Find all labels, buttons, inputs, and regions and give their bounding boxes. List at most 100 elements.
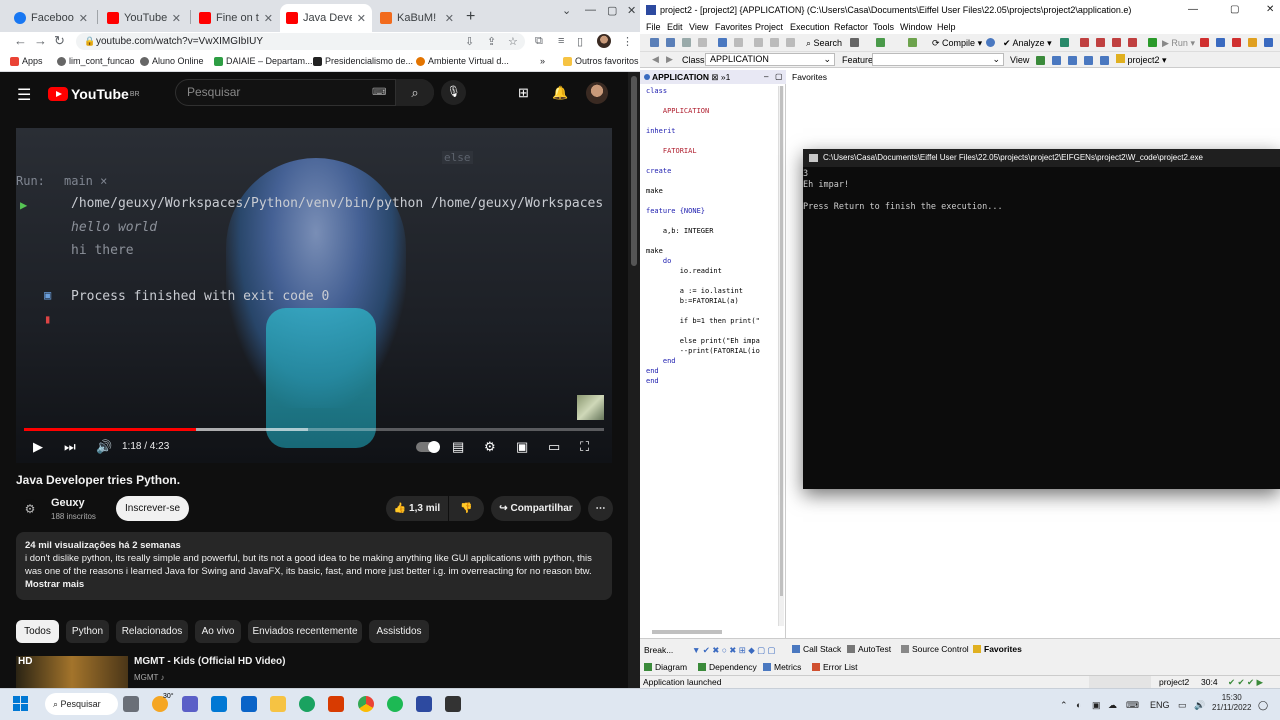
edge-icon[interactable]	[299, 696, 315, 712]
search-button[interactable]: ⌕ Search	[806, 38, 842, 49]
new-icon[interactable]	[650, 38, 659, 47]
chevron-right-icon[interactable]: »	[540, 56, 545, 66]
play-icon[interactable]: ▶	[33, 439, 43, 455]
save-icon[interactable]	[682, 38, 691, 47]
run-button[interactable]: ▶ Run ▾	[1162, 38, 1195, 49]
menu-kebab-icon[interactable]: ⋮	[622, 35, 633, 48]
channel-avatar[interactable]: ⚙	[20, 499, 40, 519]
chip-enviados-recentemente[interactable]: Enviados recentemente	[248, 620, 362, 643]
menu-file[interactable]: File	[646, 20, 661, 34]
captions-icon[interactable]: ▤	[452, 439, 464, 455]
cloud-icon[interactable]: ☁	[1108, 700, 1117, 711]
forward-icon[interactable]: →	[34, 33, 47, 48]
analyze-button[interactable]: ✔ Analyze ▾	[1003, 38, 1052, 49]
clock[interactable]: 15:30 21/11/2022	[1212, 693, 1251, 713]
bookmark-other[interactable]: Outros favoritos	[563, 56, 639, 66]
save-all-icon[interactable]	[698, 38, 707, 47]
interface-view-icon[interactable]	[1100, 56, 1109, 65]
close-icon[interactable]: ✕	[445, 12, 454, 25]
bookmark-ambiente-virtual[interactable]: Ambiente Virtual d...	[416, 56, 509, 66]
bookmark-presidencialismo[interactable]: Presidencialismo de...	[313, 56, 413, 66]
description-box[interactable]: 24 mil visualizações há 2 semanas i don'…	[16, 532, 612, 600]
minimize-button[interactable]: —	[585, 4, 596, 16]
store-icon[interactable]	[211, 696, 227, 712]
copy-icon[interactable]	[770, 38, 779, 47]
chevron-down-icon[interactable]: ⌄	[562, 4, 571, 17]
theater-icon[interactable]: ▭	[548, 439, 560, 455]
mail-icon[interactable]	[241, 696, 257, 712]
tab-youtube[interactable]: YouTube ✕	[101, 4, 187, 32]
menu-refactor[interactable]: Refactor	[834, 20, 868, 34]
miniplayer-icon[interactable]: ▣	[516, 439, 528, 455]
gear-icon[interactable]: ⚙	[484, 439, 496, 455]
bookmark-daiaie[interactable]: DAIAIE – Departam...	[214, 56, 313, 66]
volume-icon[interactable]: 🔊	[96, 439, 112, 455]
subscribe-button[interactable]: Inscrever-se	[116, 496, 189, 521]
task-view-icon[interactable]	[123, 696, 139, 712]
bookmark-aluno-online[interactable]: Aluno Online	[140, 56, 204, 66]
bookmark-lim-cont[interactable]: lim_cont_funcao	[57, 56, 135, 66]
video-player[interactable]: Run: main × else ▶ /home/geuxy/Workspace…	[16, 128, 612, 463]
youtube-logo[interactable]: YouTube BR	[48, 86, 140, 102]
close-icon[interactable]: ✕	[264, 12, 273, 25]
eiffelstudio-icon[interactable]	[416, 696, 432, 712]
minimize-button[interactable]: —	[1188, 4, 1198, 15]
tab-java-developer[interactable]: Java Develop ✕	[280, 4, 372, 32]
autoplay-toggle[interactable]	[416, 441, 440, 453]
breakpoint-icon[interactable]	[1096, 38, 1105, 47]
chevron-up-icon[interactable]: ⌃	[1060, 700, 1068, 711]
notification-icon[interactable]: ◯	[1258, 700, 1268, 711]
recommendation-channel[interactable]: MGMT ♪	[134, 673, 165, 682]
dislike-button[interactable]: 👎	[449, 496, 484, 521]
address-bar[interactable]: 🔒 youtube.com/watch?v=VwXIMGIbIUY	[76, 33, 525, 50]
disable-breakpoints-icon[interactable]	[1128, 38, 1137, 47]
console-app-icon[interactable]	[445, 696, 461, 712]
pause-icon[interactable]	[1216, 38, 1225, 47]
video-progress-bar[interactable]	[24, 428, 604, 431]
tab-kabum[interactable]: KaBuM! | Ma ✕	[374, 4, 460, 32]
spotify-icon[interactable]	[387, 696, 403, 712]
contract-view-icon[interactable]	[1084, 56, 1093, 65]
close-window-button[interactable]: ✕	[627, 4, 636, 17]
sidepanel-icon[interactable]: ▯	[577, 35, 583, 48]
menu-view[interactable]: View	[689, 20, 708, 34]
file-explorer-icon[interactable]	[270, 696, 286, 712]
extensions-icon[interactable]: ⧉	[535, 35, 543, 48]
menu-project[interactable]: Project	[755, 20, 783, 34]
cursor-icon[interactable]	[850, 38, 859, 47]
tab-favorites[interactable]: Favorites	[973, 644, 1022, 654]
share-button[interactable]: ↪ Compartilhar	[491, 496, 581, 521]
page-scrollbar[interactable]	[628, 72, 640, 688]
paste-icon[interactable]	[786, 38, 795, 47]
profile-avatar[interactable]	[597, 34, 611, 48]
more-actions-button[interactable]: ⋯	[588, 496, 613, 521]
teams-icon[interactable]	[182, 696, 198, 712]
tab-error-list[interactable]: Error List	[812, 662, 857, 672]
redo-icon[interactable]	[734, 38, 743, 47]
next-icon[interactable]: ⏭	[64, 439, 76, 455]
cluster-icon[interactable]	[876, 38, 885, 47]
menu-favorites[interactable]: Favorites	[715, 20, 752, 34]
avatar[interactable]	[586, 82, 608, 104]
code-editor[interactable]: class APPLICATION inherit FATORIAL creat…	[646, 86, 778, 386]
fullscreen-icon[interactable]: ⛶	[580, 439, 589, 455]
share-icon[interactable]: ⇪	[487, 35, 496, 48]
editor-hscroll[interactable]	[652, 630, 722, 634]
bell-icon[interactable]: 🔔	[552, 85, 568, 101]
check-icon[interactable]	[1060, 38, 1069, 47]
tab-dependency[interactable]: Dependency	[698, 662, 757, 672]
menu-window[interactable]: Window	[900, 20, 932, 34]
clickable-view-icon[interactable]	[1052, 56, 1061, 65]
channel-name[interactable]: Geuxy	[51, 497, 85, 509]
stop-icon[interactable]	[1200, 38, 1209, 47]
reload-icon[interactable]: ↻	[54, 33, 65, 49]
like-button[interactable]: 👍 1,3 mil	[386, 496, 448, 521]
tab-call-stack[interactable]: Call Stack	[792, 644, 841, 654]
compile-button[interactable]: ⟳ Compile ▾	[932, 38, 982, 49]
tab-diagram[interactable]: Diagram	[644, 662, 687, 672]
step-icon[interactable]	[1248, 38, 1257, 47]
app-tray-icon[interactable]: ◐	[1076, 700, 1081, 710]
chip-assistidos[interactable]: Assistidos	[369, 620, 429, 643]
office-icon[interactable]	[328, 696, 344, 712]
volume-icon[interactable]: 🔊	[1194, 700, 1205, 711]
